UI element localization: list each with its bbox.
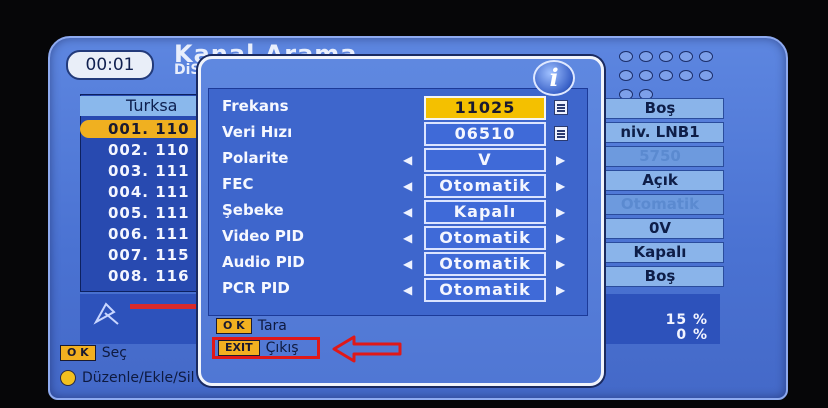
screen-subtitle: DiS xyxy=(174,62,201,78)
channel-list-item[interactable]: 008. 116 xyxy=(108,267,190,285)
lnb-setting-value: Açık xyxy=(596,170,724,191)
channel-list-item[interactable]: 002. 110 xyxy=(108,141,190,159)
info-icon: i xyxy=(533,60,575,96)
field-label: Şebeke xyxy=(222,201,284,219)
arrow-left-icon[interactable]: ◀ xyxy=(403,205,412,219)
field-label: Veri Hızı xyxy=(222,123,293,141)
ok-key[interactable]: O K xyxy=(60,345,96,361)
keypad-icon[interactable] xyxy=(554,100,568,115)
arrow-right-icon[interactable]: ▶ xyxy=(556,153,565,167)
field-label: Frekans xyxy=(222,97,289,115)
field-label: FEC xyxy=(222,175,254,193)
field-value[interactable]: 06510 xyxy=(424,122,546,146)
field-value[interactable]: 11025 xyxy=(424,96,546,120)
field-value[interactable]: Otomatik xyxy=(424,252,546,276)
channel-list-item[interactable]: 007. 115 xyxy=(108,246,190,264)
field-label: Polarite xyxy=(222,149,289,167)
lnb-setting-value: Otomatik xyxy=(596,194,724,215)
field-value[interactable]: Otomatik xyxy=(424,226,546,250)
arrow-right-icon[interactable]: ▶ xyxy=(556,257,565,271)
edit-label: Düzenle/Ekle/Sil xyxy=(82,370,195,386)
red-arrow-icon xyxy=(332,334,404,368)
arrow-left-icon[interactable]: ◀ xyxy=(403,257,412,271)
satellite-dish-icon xyxy=(92,298,122,330)
clock-display: 00:01 xyxy=(66,50,154,80)
ok-select-legend: O K Seç xyxy=(60,345,127,361)
field-label: Audio PID xyxy=(222,253,305,271)
arrow-left-icon[interactable]: ◀ xyxy=(403,153,412,167)
arrow-right-icon[interactable]: ▶ xyxy=(556,179,565,193)
lnb-setting-value: 5750 xyxy=(596,146,724,167)
signal-strength-value: 15 % xyxy=(665,312,708,328)
arrow-right-icon[interactable]: ▶ xyxy=(556,205,565,219)
field-value[interactable]: V xyxy=(424,148,546,172)
lnb-setting-value: Boş xyxy=(596,98,724,119)
field-value[interactable]: Kapalı xyxy=(424,200,546,224)
lnb-setting-value: Boş xyxy=(596,266,724,287)
channel-list-item[interactable]: 004. 111 xyxy=(108,183,190,201)
arrow-right-icon[interactable]: ▶ xyxy=(556,283,565,297)
arrow-right-icon[interactable]: ▶ xyxy=(556,231,565,245)
exit-key[interactable]: EXIT xyxy=(218,340,260,356)
decorative-dots xyxy=(616,48,726,105)
exit-legend: EXIT Çıkış xyxy=(218,340,299,356)
lnb-setting-value: 0V xyxy=(596,218,724,239)
field-label: PCR PID xyxy=(222,279,290,297)
arrow-left-icon[interactable]: ◀ xyxy=(403,179,412,193)
signal-strength-bar xyxy=(130,304,200,309)
yellow-button-icon[interactable] xyxy=(60,370,76,386)
edit-legend: Düzenle/Ekle/Sil xyxy=(60,370,195,386)
field-value[interactable]: Otomatik xyxy=(424,278,546,302)
field-label: Video PID xyxy=(222,227,304,245)
channel-list-item[interactable]: 006. 111 xyxy=(108,225,190,243)
ok-key[interactable]: O K xyxy=(216,318,252,334)
exit-label: Çıkış xyxy=(265,340,299,356)
field-value[interactable]: Otomatik xyxy=(424,174,546,198)
signal-quality-value: 0 % xyxy=(676,327,708,343)
lnb-setting-value: Kapalı xyxy=(596,242,724,263)
lnb-setting-value: niv. LNB1 xyxy=(596,122,724,143)
ok-select-label: Seç xyxy=(101,345,127,361)
arrow-left-icon[interactable]: ◀ xyxy=(403,283,412,297)
channel-list-item[interactable]: 005. 111 xyxy=(108,204,190,222)
keypad-icon[interactable] xyxy=(554,126,568,141)
arrow-left-icon[interactable]: ◀ xyxy=(403,231,412,245)
channel-list-item[interactable]: 003. 111 xyxy=(108,162,190,180)
lnb-settings-panel: Boş niv. LNB1 5750 Açık Otomatik 0V Kapalı Boş xyxy=(596,98,724,290)
scan-legend: O K Tara xyxy=(216,318,287,334)
scan-label: Tara xyxy=(257,318,287,334)
